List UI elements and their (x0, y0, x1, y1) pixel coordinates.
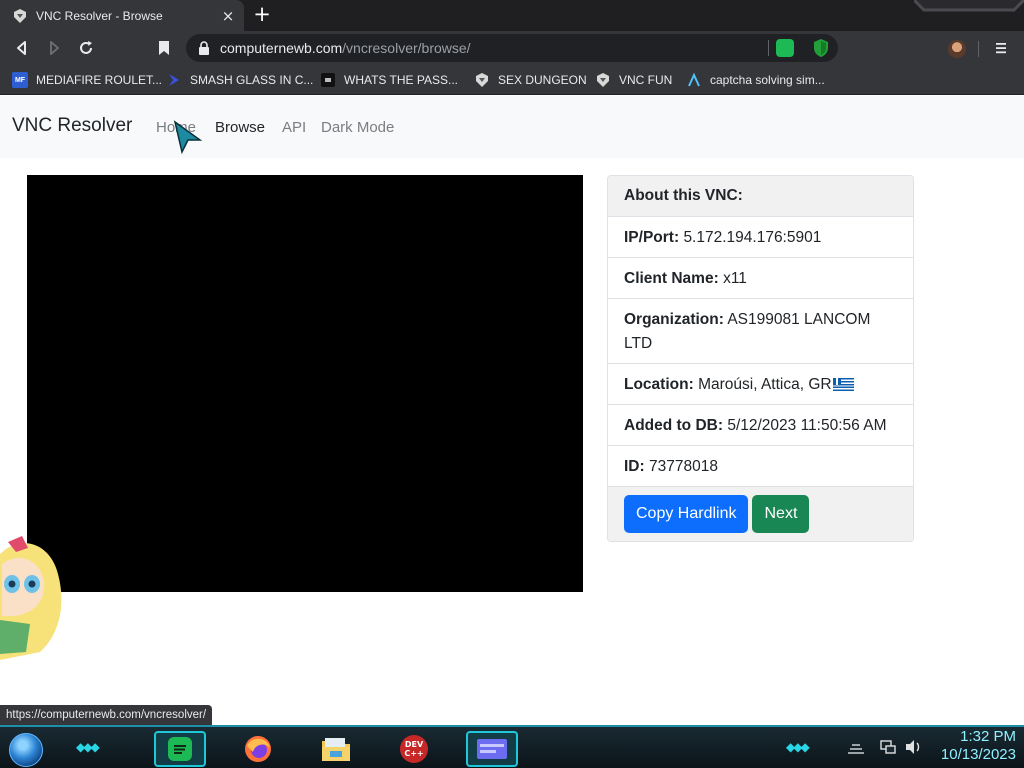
spotify-extension-icon[interactable] (776, 39, 794, 57)
clock-date: 10/13/2023 (940, 746, 1016, 763)
tab-strip: VNC Resolver - Browse × + (0, 0, 1024, 31)
location-value: Maroúsi, Attica, GR (698, 376, 832, 393)
taskbar-app-spotify[interactable] (154, 731, 206, 767)
bookmark-icon[interactable] (154, 38, 174, 58)
location-row: Location: Maroúsi, Attica, GR (608, 364, 913, 405)
taskbar: ◆◆◆ DEV C++ ◆◆◆ 1:32 PM 10/13/2023 (0, 725, 1024, 768)
address-bar[interactable]: computernewb.com/vncresolver/browse/ (186, 34, 838, 62)
browser-tab[interactable]: VNC Resolver - Browse × (0, 0, 244, 31)
added-to-db-row: Added to DB: 5/12/2023 11:50:56 AM (608, 405, 913, 446)
bookmark-label: captcha solving sim... (710, 73, 825, 87)
network-icon[interactable] (880, 739, 896, 755)
url-domain: computernewb.com (220, 40, 343, 56)
system-clock[interactable]: 1:32 PM 10/13/2023 (941, 728, 1016, 764)
id-row: ID: 73778018 (608, 446, 913, 487)
taskbar-app-file-explorer[interactable] (310, 731, 362, 767)
taskbar-decoration: ◆◆◆ (786, 740, 810, 754)
nav-link-api[interactable]: API (282, 119, 306, 136)
window-icon (477, 739, 507, 759)
forward-icon[interactable] (44, 38, 64, 58)
ip-port-value: 5.172.194.176:5901 (683, 229, 822, 246)
start-button[interactable] (9, 733, 43, 767)
lambda-icon (688, 72, 700, 87)
client-name-row: Client Name: x11 (608, 258, 913, 299)
svg-text:C++: C++ (404, 749, 423, 758)
bookmark-label: VNC FUN (619, 73, 673, 87)
ip-port-label: IP/Port: (624, 229, 680, 246)
taskbar-decoration: ◆◆◆ (76, 740, 100, 754)
tab-title: VNC Resolver - Browse (36, 8, 163, 23)
shield-extension-icon[interactable] (812, 38, 830, 58)
client-name-label: Client Name: (624, 270, 719, 287)
clock-time: 1:32 PM (960, 728, 1016, 745)
client-name-value: x11 (723, 270, 747, 287)
devcpp-icon: DEVC++ (400, 735, 428, 763)
browser-toolbar: computernewb.com/vncresolver/browse/ (0, 31, 1024, 65)
copy-hardlink-button[interactable]: Copy Hardlink (624, 495, 749, 533)
tab-close-icon[interactable]: × (220, 8, 236, 24)
nav-link-dark-mode[interactable]: Dark Mode (321, 119, 394, 136)
url-text[interactable]: computernewb.com/vncresolver/browse/ (220, 40, 471, 56)
greece-flag-icon (832, 378, 854, 391)
nav-link-browse[interactable]: Browse (215, 119, 265, 136)
file-explorer-icon (322, 738, 350, 761)
bookmark-item[interactable]: captcha solving sim... (686, 71, 825, 89)
site-navbar: VNC Resolver Home Browse API Dark Mode (0, 96, 1024, 158)
profile-avatar[interactable] (948, 40, 966, 58)
taskbar-app-window[interactable] (466, 731, 518, 767)
vnc-screenshot (27, 175, 583, 592)
bookmarks-bar: MF MEDIAFIRE ROULET... SMASH GLASS IN C.… (0, 65, 1024, 95)
bookmark-label: MEDIAFIRE ROULET... (36, 73, 163, 87)
lock-icon[interactable] (198, 41, 210, 55)
vnc-icon (476, 73, 488, 87)
bookmark-label: SMASH GLASS IN C... (190, 73, 314, 87)
terminal-icon (321, 73, 335, 87)
mediafire-icon: MF (12, 72, 28, 88)
mouse-cursor-icon (173, 120, 203, 154)
show-hidden-icons-icon[interactable] (846, 741, 866, 755)
taskbar-app-devcpp[interactable]: DEV C++ (388, 731, 440, 767)
added-to-db-value: 5/12/2023 11:50:56 AM (727, 417, 887, 434)
vnc-favicon-icon (14, 8, 26, 23)
window-frame-decoration (914, 0, 1024, 12)
bookmark-item[interactable]: MF MEDIAFIRE ROULET... (12, 71, 162, 89)
site-brand[interactable]: VNC Resolver (12, 115, 132, 137)
bookmark-item[interactable]: SMASH GLASS IN C... (166, 71, 313, 89)
vnc-icon (597, 73, 609, 87)
id-label: ID: (624, 458, 645, 475)
bookmark-item[interactable]: SEX DUNGEON (474, 71, 587, 89)
next-button[interactable]: Next (752, 495, 810, 533)
taskbar-app-firefox[interactable] (232, 731, 284, 767)
svg-text:DEV: DEV (405, 740, 424, 749)
id-value: 73778018 (648, 458, 718, 475)
menu-icon[interactable] (994, 40, 1008, 56)
spotify-icon (168, 737, 192, 761)
bookmark-item[interactable]: WHATS THE PASS... (320, 71, 458, 89)
url-path: /vncresolver/browse/ (342, 40, 471, 56)
added-to-db-label: Added to DB: (624, 417, 724, 434)
new-tab-button[interactable]: + (251, 4, 273, 26)
bookmark-label: WHATS THE PASS... (344, 73, 459, 87)
volume-icon[interactable] (904, 739, 922, 755)
chevron-icon (169, 74, 179, 86)
organization-row: Organization: AS199081 LANCOM LTD (608, 299, 913, 364)
card-header: About this VNC: (608, 176, 913, 217)
reload-icon[interactable] (76, 38, 96, 58)
bookmark-item[interactable]: VNC FUN (595, 71, 672, 89)
link-status-bar: https://computernewb.com/vncresolver/ (0, 705, 213, 725)
cartoon-mascot-image (0, 536, 62, 660)
toolbar-divider (978, 41, 979, 57)
bookmark-label: SEX DUNGEON (498, 73, 587, 87)
vnc-info-card: About this VNC: IP/Port: 5.172.194.176:5… (607, 175, 914, 542)
ip-port-row: IP/Port: 5.172.194.176:5901 (608, 217, 913, 258)
location-label: Location: (624, 376, 694, 393)
firefox-icon (245, 736, 271, 762)
organization-label: Organization: (624, 311, 724, 328)
omnibox-divider (768, 40, 769, 56)
card-footer: Copy Hardlink Next (608, 487, 913, 541)
back-icon[interactable] (12, 38, 32, 58)
